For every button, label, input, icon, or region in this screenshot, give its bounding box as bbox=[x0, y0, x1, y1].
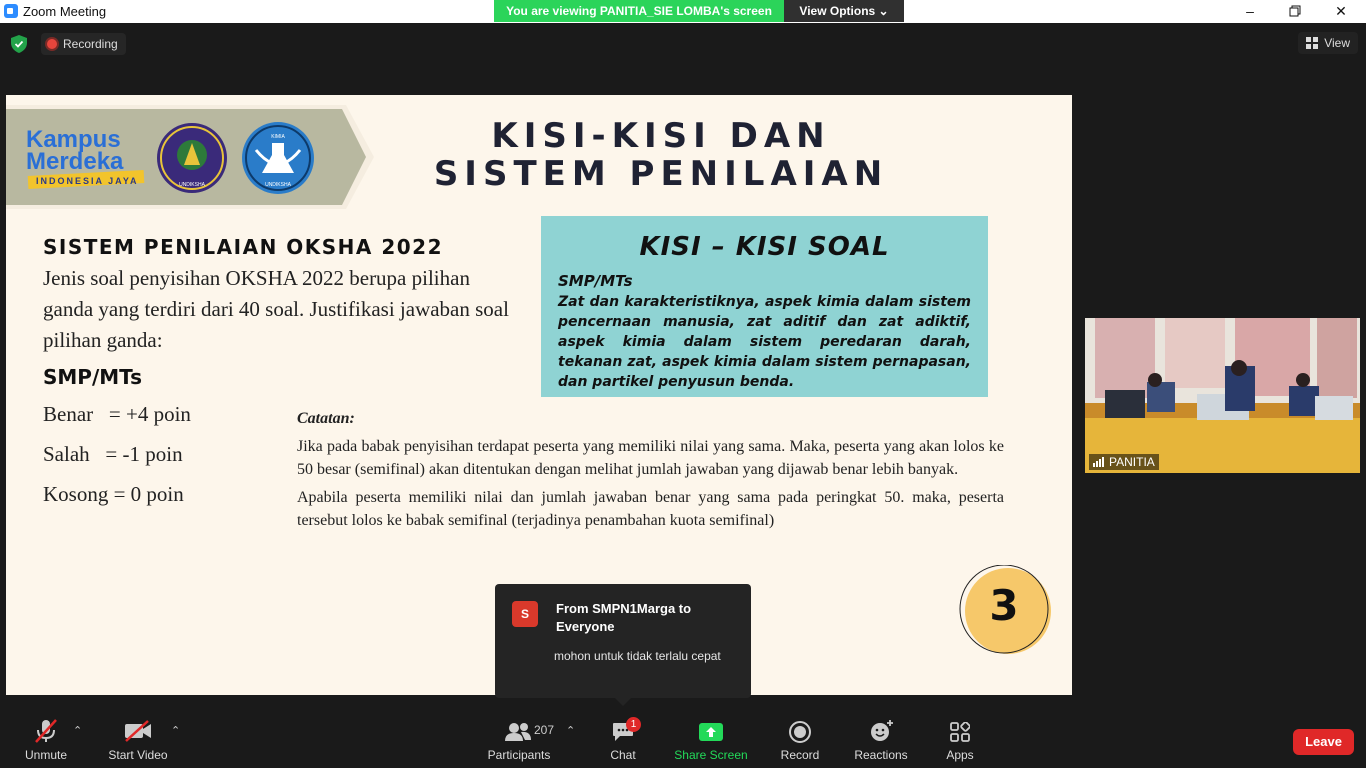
catatan-heading: Catatan: bbox=[297, 410, 355, 427]
slide-header-logo-band: Kampus Merdeka INDONESIA JAYA UNDIKSHA K… bbox=[6, 105, 374, 209]
start-video-label: Start Video bbox=[108, 748, 168, 762]
recording-label: Recording bbox=[63, 37, 118, 51]
participants-icon bbox=[505, 723, 531, 741]
video-options-caret[interactable]: ⌃ bbox=[171, 724, 180, 737]
chat-label: Chat bbox=[610, 748, 636, 762]
page-number-text: 3 bbox=[989, 581, 1019, 630]
participant-video-image bbox=[1085, 318, 1360, 473]
viewing-screen-label: You are viewing PANITIA_SIE LOMBA's scre… bbox=[494, 0, 784, 22]
screen-share-banner: You are viewing PANITIA_SIE LOMBA's scre… bbox=[494, 0, 904, 22]
kisi-title: KISI – KISI SOAL bbox=[639, 232, 890, 262]
participants-options-caret[interactable]: ⌃ bbox=[566, 724, 575, 737]
catatan-paragraph-2: Apabila peserta memiliki nilai dan jumla… bbox=[297, 489, 1004, 529]
score-empty: Kosong = 0 poin bbox=[43, 482, 184, 506]
share-screen-label: Share Screen bbox=[674, 748, 748, 762]
participants-label: Participants bbox=[487, 748, 551, 762]
slide-title: KISI-KISI DAN SISTEM PENILAIAN bbox=[426, 117, 896, 193]
score-list: Benar = +4 poin Salah = -1 poin Kosong =… bbox=[43, 402, 191, 522]
window-title: Zoom Meeting bbox=[23, 4, 107, 19]
video-off-icon bbox=[125, 720, 151, 742]
kisi-subtitle: SMP/MTs bbox=[558, 272, 633, 290]
kimia-undiksha-seal-logo: KIMIA UNDIKSHA bbox=[242, 122, 314, 194]
unmute-button[interactable]: Unmute bbox=[18, 706, 74, 768]
unmute-label: Unmute bbox=[24, 748, 68, 762]
undiksha-seal-logo: UNDIKSHA bbox=[157, 123, 227, 193]
participant-video-tile[interactable]: PANITIA bbox=[1085, 318, 1360, 473]
apps-label: Apps bbox=[946, 748, 974, 762]
chat-sender: From SMPN1Marga to Everyone bbox=[556, 601, 692, 634]
score-correct: Benar = +4 poin bbox=[43, 402, 191, 426]
svg-text:UNDIKSHA: UNDIKSHA bbox=[265, 182, 292, 188]
svg-text:UNDIKSHA: UNDIKSHA bbox=[179, 182, 206, 188]
recording-indicator[interactable]: Recording bbox=[41, 33, 126, 55]
participant-name: PANITIA bbox=[1109, 455, 1155, 469]
kisi-kisi-soal-box: KISI – KISI SOAL SMP/MTs Zat dan karakte… bbox=[541, 216, 988, 397]
minimize-button[interactable]: – bbox=[1227, 0, 1273, 23]
slide-title-line2: SISTEM PENILAIAN bbox=[433, 154, 889, 194]
muted-microphone-icon bbox=[35, 719, 57, 743]
chat-message: mohon untuk tidak terlalu cepat bbox=[554, 649, 721, 663]
chat-unread-badge: 1 bbox=[626, 717, 641, 732]
reactions-button[interactable]: Reactions bbox=[851, 706, 911, 768]
close-window-button[interactable]: ✕ bbox=[1318, 0, 1364, 23]
recording-dot-icon bbox=[47, 39, 57, 49]
view-button[interactable]: View bbox=[1298, 32, 1358, 54]
view-options-button[interactable]: View Options ⌄ bbox=[784, 0, 904, 22]
apps-icon bbox=[950, 722, 970, 742]
audio-options-caret[interactable]: ⌃ bbox=[73, 724, 82, 737]
encryption-shield-icon[interactable] bbox=[11, 35, 27, 53]
record-button[interactable]: Record bbox=[776, 706, 824, 768]
view-label: View bbox=[1324, 36, 1350, 50]
slide-page-number: 3 bbox=[958, 565, 1054, 655]
share-screen-button[interactable]: Share Screen bbox=[673, 706, 749, 768]
score-wrong: Salah = -1 poin bbox=[43, 442, 183, 466]
svg-text:INDONESIA JAYA: INDONESIA JAYA bbox=[36, 176, 139, 186]
share-screen-icon bbox=[699, 723, 723, 741]
participants-count: 207 bbox=[534, 723, 555, 737]
svg-text:Merdeka: Merdeka bbox=[26, 148, 124, 175]
window-titlebar: Zoom Meeting You are viewing PANITIA_SIE… bbox=[0, 0, 1366, 23]
zoom-app-icon bbox=[4, 4, 18, 18]
section-heading: SISTEM PENILAIAN OKSHA 2022 bbox=[43, 235, 444, 259]
record-label: Record bbox=[780, 748, 820, 762]
svg-text:KIMIA: KIMIA bbox=[271, 134, 285, 140]
reactions-smiley-icon bbox=[871, 720, 893, 741]
reactions-label: Reactions bbox=[854, 748, 908, 762]
chat-sender-avatar: S bbox=[512, 601, 538, 627]
maximize-button[interactable] bbox=[1272, 0, 1318, 23]
chat-notification-popup[interactable]: S From SMPN1Marga to Everyone mohon untu… bbox=[495, 584, 751, 706]
slide-title-line1: KISI-KISI DAN bbox=[491, 116, 831, 156]
smp-mts-label: SMP/MTs bbox=[43, 365, 143, 389]
restore-icon bbox=[1289, 5, 1301, 17]
record-icon bbox=[789, 721, 811, 743]
kisi-body: Zat dan karakteristiknya, aspek kimia da… bbox=[558, 294, 971, 390]
chat-button[interactable]: 1 Chat bbox=[603, 706, 643, 768]
participant-name-label: PANITIA bbox=[1089, 454, 1159, 470]
signal-strength-icon bbox=[1093, 457, 1104, 467]
meeting-topbar: Recording View bbox=[0, 23, 1366, 63]
catatan-notes: Catatan: Jika pada babak penyisihan terd… bbox=[297, 407, 1004, 532]
scoring-description: Jenis soal penyisihan OKSHA 2022 berupa … bbox=[43, 266, 509, 352]
leave-meeting-button[interactable]: Leave bbox=[1293, 729, 1354, 755]
grid-view-icon bbox=[1306, 37, 1319, 49]
meeting-toolbar: Unmute ⌃ Start Video ⌃ 207 Participants … bbox=[0, 706, 1366, 768]
start-video-button[interactable]: Start Video bbox=[106, 706, 170, 768]
apps-button[interactable]: Apps bbox=[940, 706, 980, 768]
participants-button[interactable]: 207 Participants bbox=[483, 706, 555, 768]
catatan-paragraph-1: Jika pada babak penyisihan terdapat pese… bbox=[297, 438, 1004, 478]
